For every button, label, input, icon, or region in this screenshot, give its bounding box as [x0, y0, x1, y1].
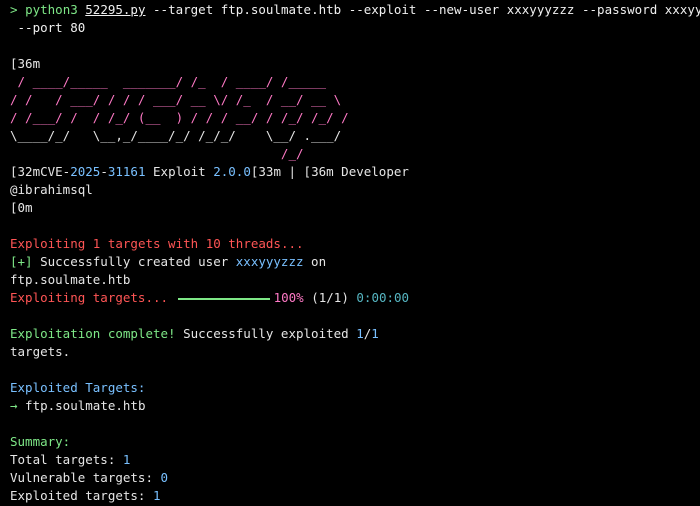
ascii-art-line-2: / / / ___/ / / / ___/ __ \/ /_ / __/ __ …: [10, 92, 342, 107]
progress-bar: [177, 297, 270, 300]
command-script: 52295.py: [85, 2, 146, 17]
command-program: python3: [25, 2, 78, 17]
created-host: ftp.soulmate.htb: [10, 272, 131, 287]
summary-vulnerable: Vulnerable targets: 0: [10, 470, 169, 485]
command-line-wrap: --port 80: [10, 19, 86, 37]
developer-handle: @ibrahimsql: [10, 182, 93, 197]
cve-year: 2025: [70, 164, 101, 179]
command-args: --target ftp.soulmate.htb --exploit --ne…: [145, 2, 700, 17]
success-marker: [+]: [10, 254, 33, 269]
progress-count: (1/1): [311, 290, 349, 305]
user-created-line: [+] Successfully created user xxxyyyzzz …: [10, 254, 327, 269]
exploited-targets-header: Exploited Targets:: [10, 380, 146, 395]
completion-tail: targets.: [10, 344, 71, 359]
ascii-art-line-1: / ____/_____ _______/ /_ / ____/ /_____: [10, 74, 327, 89]
command-line: > python3 52295.py --target ftp.soulmate…: [10, 1, 700, 19]
exploiting-status: Exploiting 1 targets with 10 threads...: [10, 236, 304, 251]
progress-label: Exploiting targets...: [10, 290, 169, 305]
ascii-art-line-5: /_/: [10, 146, 304, 161]
ascii-art-line-4: \____/_/ \__,_/____/_/ /_/_/ \__/ .___/: [10, 128, 342, 143]
cve-number: 31161: [107, 164, 146, 179]
ascii-art-line-3: / /___/ / / /_/ (__ ) / / / __/ / /_/ /_…: [10, 110, 349, 125]
ansi-escape-open: [36m: [10, 56, 41, 71]
progress-percent: 100%: [273, 290, 304, 305]
progress-line: Exploiting targets... 100% (1/1) 0:00:00: [10, 289, 409, 307]
terminal-window[interactable]: > python3 52295.py --target ftp.soulmate…: [0, 0, 700, 506]
created-username: xxxyyyzzz: [235, 254, 304, 269]
completion-label: Exploitation complete!: [10, 326, 176, 341]
arrow-icon: →: [10, 398, 18, 413]
completion-line: Exploitation complete! Successfully expl…: [10, 326, 379, 341]
ansi-escape-close: [0m: [10, 200, 33, 215]
command-args-wrap: --port 80: [10, 20, 86, 35]
cve-banner-line: [32mCVE-2025-31161 Exploit 2.0.0[33m | […: [10, 164, 409, 179]
exploited-target-item: → ftp.soulmate.htb: [10, 398, 146, 413]
summary-total: Total targets: 1: [10, 452, 131, 467]
progress-time: 0:00:00: [356, 290, 410, 305]
exploit-version: 2.0.0: [213, 164, 251, 179]
summary-exploited: Exploited targets: 1: [10, 488, 161, 503]
summary-header: Summary:: [10, 434, 71, 449]
prompt-symbol: >: [10, 2, 26, 17]
